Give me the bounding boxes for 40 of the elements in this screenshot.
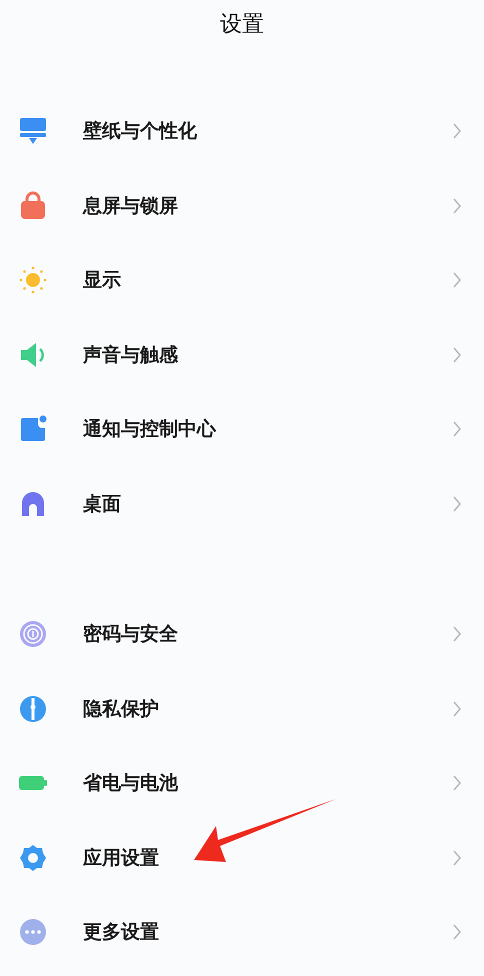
item-label: 省电与电池 bbox=[83, 771, 180, 796]
item-label: 通知与控制中心 bbox=[83, 417, 218, 442]
chevron-icon bbox=[452, 774, 462, 792]
shield-icon bbox=[18, 694, 48, 724]
item-label: 壁纸与个性化 bbox=[83, 119, 198, 144]
item-label: 隐私保护 bbox=[83, 696, 160, 722]
more-icon bbox=[18, 917, 48, 948]
gear-icon bbox=[18, 842, 48, 873]
chevron-icon bbox=[452, 700, 462, 718]
item-label: 声音与触感 bbox=[83, 342, 179, 368]
settings-item[interactable]: 更多设置 bbox=[0, 895, 484, 970]
chevron-icon bbox=[452, 271, 462, 290]
settings-item[interactable]: 息屏与锁屏 bbox=[0, 168, 484, 243]
page-title: 设置 bbox=[219, 11, 265, 39]
settings-item[interactable]: 隐私保护 bbox=[0, 672, 484, 746]
sun-icon bbox=[18, 265, 48, 296]
chevron-icon bbox=[452, 923, 462, 942]
item-label: 桌面 bbox=[83, 492, 122, 517]
settings-item[interactable]: 通知与控制中心 bbox=[0, 392, 484, 466]
chevron-icon bbox=[452, 122, 462, 140]
item-label: 显示 bbox=[83, 268, 122, 294]
item-label: 应用设置 bbox=[83, 846, 160, 871]
lock-icon bbox=[18, 190, 48, 221]
item-label: 更多设置 bbox=[83, 920, 160, 946]
item-label: 密码与安全 bbox=[83, 622, 179, 648]
chevron-icon bbox=[452, 625, 462, 644]
chevron-icon bbox=[452, 848, 462, 867]
settings-item[interactable]: 声音与触感 bbox=[0, 318, 484, 392]
settings-item[interactable]: 壁纸与个性化 bbox=[0, 94, 484, 168]
fingerprint-icon bbox=[18, 619, 48, 650]
chevron-icon bbox=[452, 346, 462, 364]
chevron-icon bbox=[452, 420, 462, 438]
wallpaper-icon bbox=[18, 116, 48, 146]
chevron-icon bbox=[452, 494, 462, 513]
settings-item[interactable]: 显示 bbox=[0, 243, 484, 318]
item-label: 息屏与锁屏 bbox=[83, 194, 179, 219]
chevron-icon bbox=[452, 196, 462, 215]
settings-item[interactable]: 桌面 bbox=[0, 466, 484, 541]
settings-item[interactable]: 省电与电池 bbox=[0, 746, 484, 820]
settings-item[interactable]: 密码与安全 bbox=[0, 597, 484, 672]
